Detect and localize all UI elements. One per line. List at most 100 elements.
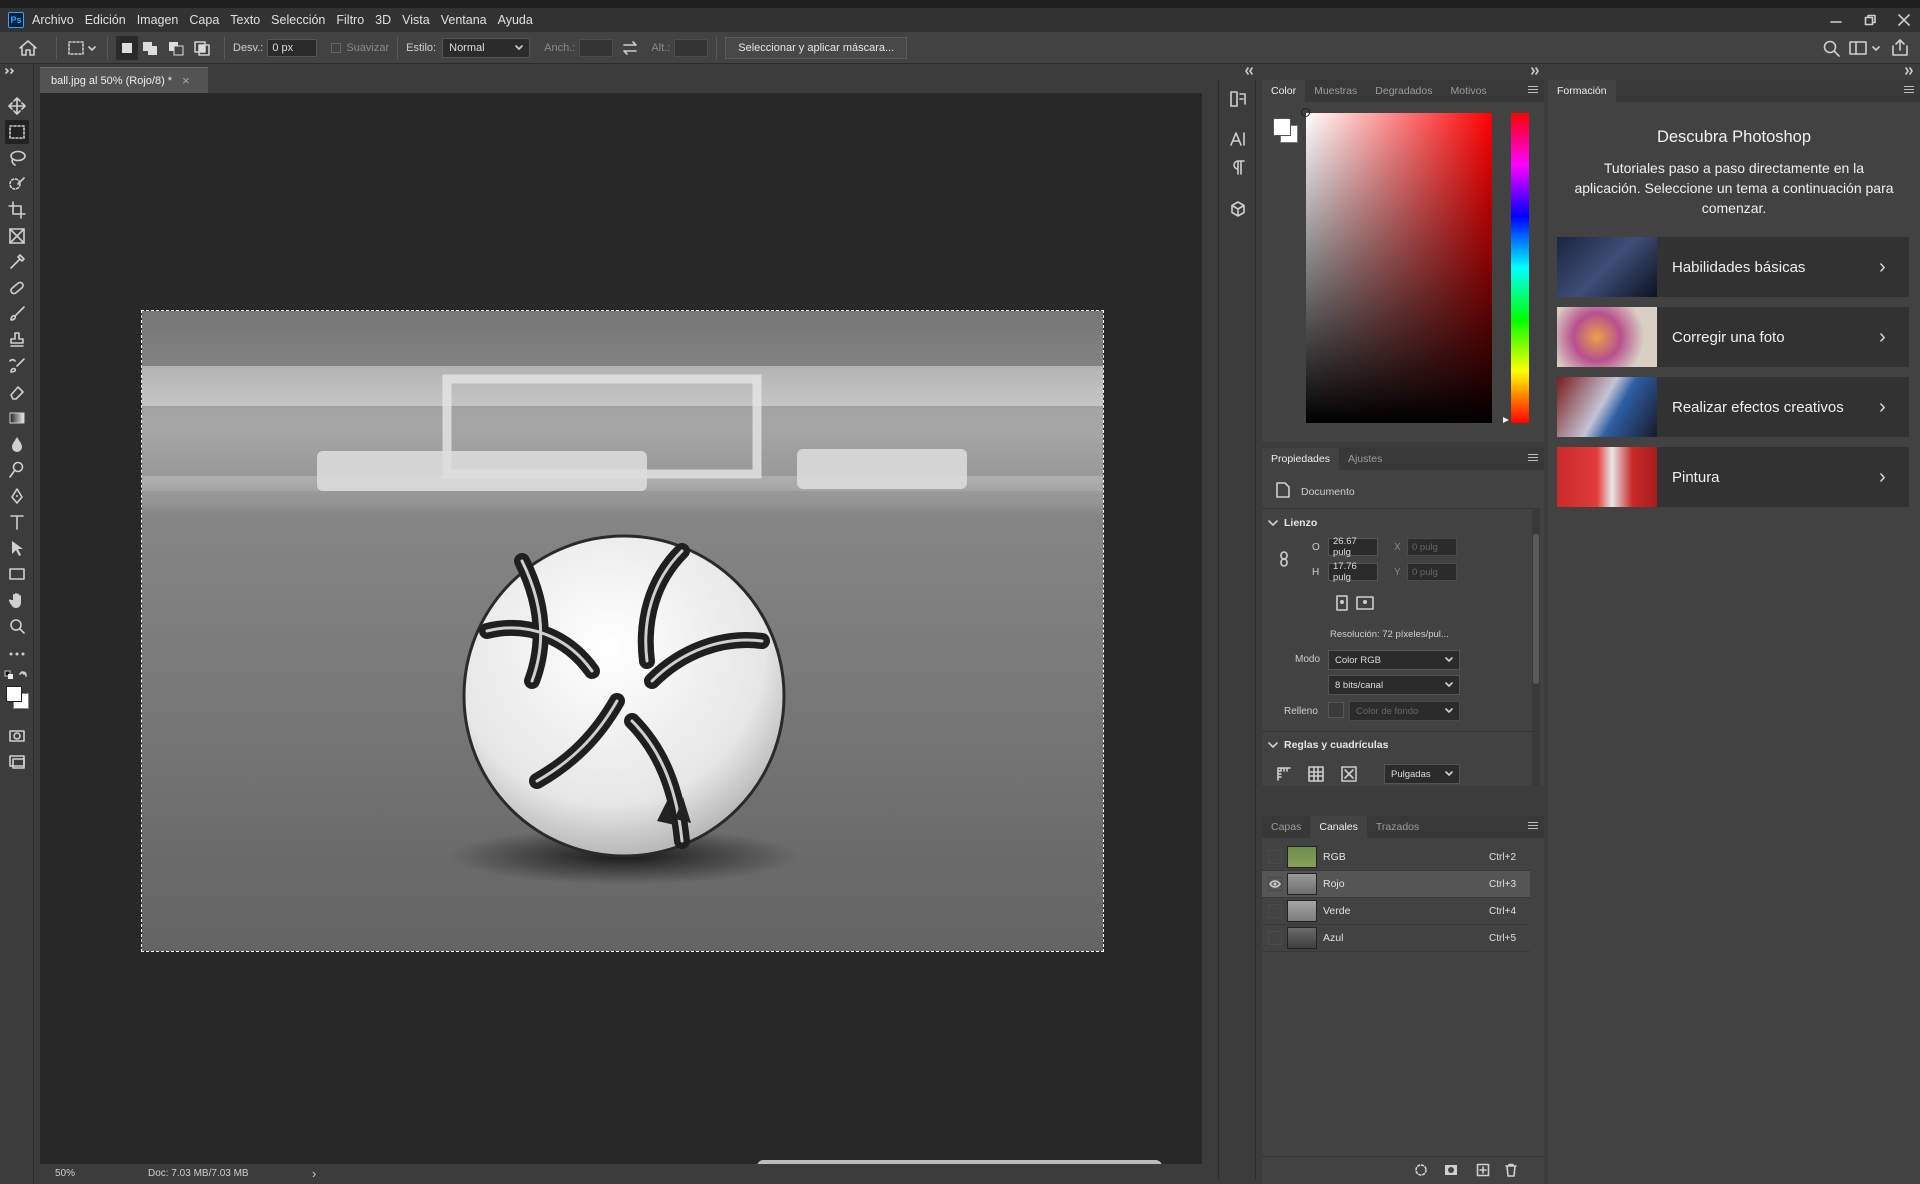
close-icon[interactable] — [1898, 14, 1910, 26]
bit-depth-select[interactable]: 8 bits/canal — [1328, 675, 1460, 695]
menu-filtro[interactable]: Filtro — [336, 13, 364, 27]
marquee-tool[interactable] — [5, 120, 29, 144]
3d-icon[interactable] — [1229, 200, 1247, 218]
paragraph-icon[interactable] — [1229, 158, 1247, 176]
intersect-selection-icon[interactable] — [190, 36, 216, 60]
document-image[interactable] — [141, 310, 1104, 952]
channel-row-rgb[interactable]: RGB Ctrl+2 — [1262, 844, 1530, 871]
menu-edicion[interactable]: Edición — [85, 13, 126, 27]
panel-menu-icon[interactable] — [1904, 86, 1914, 96]
chevron-down-icon[interactable] — [1268, 742, 1278, 750]
quick-mask-button[interactable] — [5, 724, 29, 748]
visibility-toggle[interactable] — [1268, 877, 1282, 891]
color-picker-cursor[interactable] — [1301, 108, 1310, 117]
dodge-tool[interactable] — [5, 458, 29, 482]
tab-gradients[interactable]: Degradados — [1366, 80, 1441, 102]
style-select[interactable]: Normal — [442, 37, 531, 58]
eyedropper-tool[interactable] — [5, 250, 29, 274]
learn-card-creative-effects[interactable]: Realizar efectos creativos › — [1557, 377, 1909, 437]
history-brush-tool[interactable] — [5, 354, 29, 378]
tab-swatches[interactable]: Muestras — [1305, 80, 1366, 102]
menu-capa[interactable]: Capa — [189, 13, 219, 27]
grid-icon[interactable] — [1308, 766, 1324, 782]
frame-tool[interactable] — [5, 224, 29, 248]
feather-input[interactable]: 0 px — [267, 38, 318, 57]
collapse-arrows-icon[interactable] — [1904, 67, 1914, 75]
move-tool[interactable] — [5, 94, 29, 118]
x-input[interactable]: 0 pulg — [1407, 538, 1457, 556]
tab-patterns[interactable]: Motivos — [1442, 80, 1496, 102]
menu-texto[interactable]: Texto — [230, 13, 260, 27]
subtract-selection-icon[interactable] — [164, 36, 190, 60]
edit-toolbar-button[interactable] — [5, 642, 29, 666]
menu-vista[interactable]: Vista — [402, 13, 430, 27]
menu-imagen[interactable]: Imagen — [137, 13, 179, 27]
learn-card-fix-photo[interactable]: Corregir una foto › — [1557, 307, 1909, 367]
channel-row-blue[interactable]: Azul Ctrl+5 — [1262, 925, 1530, 952]
hand-tool[interactable] — [5, 588, 29, 612]
quick-selection-tool[interactable] — [5, 172, 29, 196]
link-icon[interactable] — [1279, 550, 1289, 568]
visibility-toggle[interactable] — [1268, 850, 1282, 864]
antialias-checkbox[interactable] — [331, 42, 342, 53]
collapse-arrows-icon[interactable] — [1244, 67, 1254, 75]
chevron-down-icon[interactable] — [1268, 520, 1278, 528]
foreground-color-swatch[interactable] — [6, 686, 22, 702]
landscape-icon[interactable] — [1356, 595, 1374, 611]
path-selection-tool[interactable] — [5, 536, 29, 560]
tab-channels[interactable]: Canales — [1310, 816, 1367, 838]
collapse-arrows-icon[interactable] — [1530, 67, 1540, 75]
visibility-toggle[interactable] — [1268, 931, 1282, 945]
eraser-tool[interactable] — [5, 380, 29, 404]
screen-mode-button[interactable] — [5, 750, 29, 774]
gradient-tool[interactable] — [5, 406, 29, 430]
blur-tool[interactable] — [5, 432, 29, 456]
units-select[interactable]: Pulgadas — [1384, 764, 1460, 784]
panel-menu-icon[interactable] — [1528, 454, 1538, 464]
marquee-preset-icon[interactable] — [65, 36, 99, 60]
pixel-grid-icon[interactable] — [1341, 766, 1357, 782]
menu-archivo[interactable]: Archivo — [32, 13, 74, 27]
fill-swatch[interactable] — [1328, 702, 1344, 718]
zoom-level[interactable]: 50% — [55, 1168, 75, 1179]
swap-icon[interactable] — [613, 38, 647, 58]
learn-card-basic-skills[interactable]: Habilidades básicas › — [1557, 237, 1909, 297]
menu-ayuda[interactable]: Ayuda — [498, 13, 533, 27]
workspace-icon[interactable] — [1846, 36, 1886, 60]
canvas-height-input[interactable]: 17.76 pulg — [1328, 561, 1378, 583]
new-channel-icon[interactable] — [1476, 1163, 1490, 1177]
brush-tool[interactable] — [5, 302, 29, 326]
width-input[interactable] — [579, 38, 614, 57]
zoom-tool[interactable] — [5, 614, 29, 638]
minimize-icon[interactable] — [1830, 14, 1842, 26]
expand-panel-icon[interactable] — [5, 68, 17, 74]
history-icon[interactable] — [1229, 90, 1247, 108]
portrait-icon[interactable] — [1334, 595, 1350, 611]
canvas-width-input[interactable]: 26.67 pulg — [1328, 536, 1378, 558]
tab-paths[interactable]: Trazados — [1367, 816, 1428, 838]
tab-layers[interactable]: Capas — [1262, 816, 1310, 838]
tab-color[interactable]: Color — [1262, 80, 1306, 102]
type-tool[interactable] — [5, 510, 29, 534]
share-icon[interactable] — [1886, 36, 1914, 60]
healing-brush-tool[interactable] — [5, 276, 29, 300]
y-input[interactable]: 0 pulg — [1407, 563, 1457, 581]
panel-menu-icon[interactable] — [1528, 86, 1538, 96]
close-tab-icon[interactable]: × — [182, 73, 190, 88]
pen-tool[interactable] — [5, 484, 29, 508]
menu-ventana[interactable]: Ventana — [441, 13, 487, 27]
tab-adjustments[interactable]: Ajustes — [1339, 448, 1391, 470]
default-colors-icon[interactable] — [4, 670, 30, 682]
menu-seleccion[interactable]: Selección — [271, 13, 325, 27]
menu-3d[interactable]: 3D — [375, 13, 391, 27]
mode-select[interactable]: Color RGB — [1328, 650, 1460, 670]
panel-menu-icon[interactable] — [1528, 822, 1538, 832]
crop-tool[interactable] — [5, 198, 29, 222]
channel-row-red[interactable]: Rojo Ctrl+3 — [1262, 871, 1530, 898]
height-input[interactable] — [674, 38, 709, 57]
new-selection-icon[interactable] — [116, 35, 138, 60]
select-and-mask-button[interactable]: Seleccionar y aplicar máscara... — [725, 36, 908, 59]
fill-select[interactable]: Color de fondo — [1349, 701, 1460, 721]
save-selection-icon[interactable] — [1444, 1163, 1458, 1177]
add-to-selection-icon[interactable] — [138, 36, 164, 60]
